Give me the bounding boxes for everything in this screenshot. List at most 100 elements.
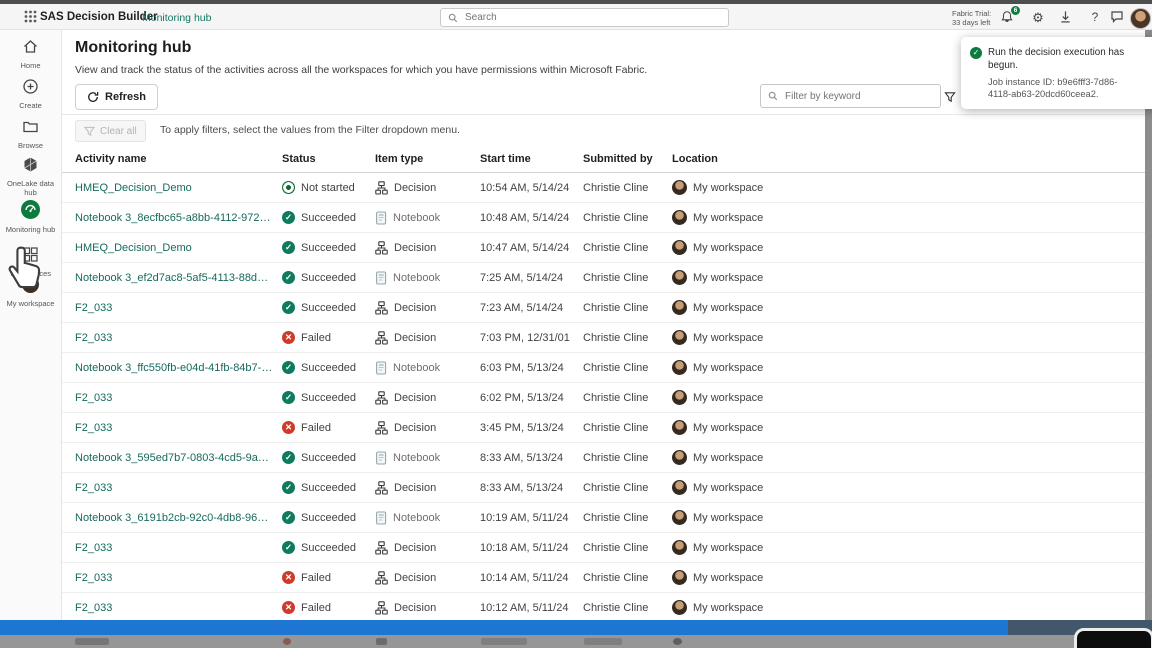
location-cell[interactable]: My workspace xyxy=(672,540,1145,555)
activity-name[interactable]: Notebook 3_6191b2cb-92c0-4db8-96d9-c4a04… xyxy=(75,512,282,524)
col-status[interactable]: Status xyxy=(282,153,375,165)
col-start-time[interactable]: Start time xyxy=(480,153,583,165)
keyword-filter-input[interactable] xyxy=(783,89,927,103)
sidebar-item-create[interactable]: Create xyxy=(0,78,61,111)
location-cell[interactable]: My workspace xyxy=(672,240,1145,255)
activity-name[interactable]: HMEQ_Decision_Demo xyxy=(75,182,282,194)
feedback-icon[interactable] xyxy=(1110,10,1126,25)
table-row[interactable]: Notebook 3_6191b2cb-92c0-4db8-96d9-c4a04… xyxy=(61,503,1145,533)
activity-name[interactable]: Notebook 3_8ecfbc65-a8bb-4112-9728-88bac… xyxy=(75,212,282,224)
decision-icon xyxy=(375,240,388,255)
ghost-time-text xyxy=(481,638,527,645)
location-cell[interactable]: My workspace xyxy=(672,180,1145,195)
location-cell[interactable]: My workspace xyxy=(672,600,1145,615)
table-row[interactable]: HMEQ_Decision_Demo ✓ Succeeded Decision … xyxy=(61,233,1145,263)
sidebar-item-onelake[interactable]: OneLake data hub xyxy=(0,156,61,197)
col-submitted-by[interactable]: Submitted by xyxy=(583,153,672,165)
player-control-frame[interactable] xyxy=(1074,628,1152,648)
refresh-label: Refresh xyxy=(105,91,146,103)
activity-name[interactable]: F2_033 xyxy=(75,602,282,614)
toast-title: Run the decision execution has begun. xyxy=(988,47,1125,71)
table-row[interactable]: Notebook 3_8ecfbc65-a8bb-4112-9728-88bac… xyxy=(61,203,1145,233)
activity-name[interactable]: Notebook 3_595ed7b7-0803-4cd5-9ac3-b0e96… xyxy=(75,452,282,464)
location-cell[interactable]: My workspace xyxy=(672,570,1145,585)
table-row[interactable]: F2_033 ✕ Failed Decision xyxy=(61,413,1145,443)
item-type-label: Notebook xyxy=(393,451,441,464)
table-row[interactable]: HMEQ_Decision_Demo Not started Decision … xyxy=(61,173,1145,203)
table-row[interactable]: F2_033 ✕ Failed Decision xyxy=(61,593,1145,623)
location-cell[interactable]: My workspace xyxy=(672,210,1145,225)
workspace-avatar-icon xyxy=(672,300,687,315)
location-cell[interactable]: My workspace xyxy=(672,270,1145,285)
sidebar-item-monitoring-hub[interactable]: Monitoring hub xyxy=(0,200,61,235)
table-row[interactable]: Notebook 3_ffc550fb-e04d-41fb-84b7-8a1b2… xyxy=(61,353,1145,383)
table-row[interactable]: F2_033 ✕ Failed Decision xyxy=(61,323,1145,353)
location-cell[interactable]: My workspace xyxy=(672,360,1145,375)
location-cell[interactable]: My workspace xyxy=(672,480,1145,495)
workspace-avatar-icon xyxy=(672,210,687,225)
workspace-avatar-icon xyxy=(672,180,687,195)
status-label: Succeeded xyxy=(301,211,357,224)
settings-gear-icon[interactable]: ⚙ xyxy=(1030,10,1046,25)
status-icon: ✓ xyxy=(282,481,295,494)
table-row[interactable]: Notebook 3_595ed7b7-0803-4cd5-9ac3-b0e96… xyxy=(61,443,1145,473)
location-cell[interactable]: My workspace xyxy=(672,510,1145,525)
breadcrumb[interactable]: Monitoring hub xyxy=(142,12,211,24)
status-icon xyxy=(282,181,295,194)
search-input[interactable] xyxy=(463,11,697,24)
clear-all-button[interactable]: Clear all xyxy=(75,120,146,142)
table-row[interactable]: F2_033 ✓ Succeeded Decision xyxy=(61,533,1145,563)
col-location[interactable]: Location xyxy=(672,153,1145,165)
table-row[interactable]: F2_033 ✕ Failed Decision xyxy=(61,563,1145,593)
location-cell[interactable]: My workspace xyxy=(672,300,1145,315)
notebook-icon xyxy=(376,510,387,525)
table-row[interactable]: F2_033 ✓ Succeeded Decision xyxy=(61,293,1145,323)
status-cell: ✓ Succeeded xyxy=(282,241,375,254)
table-row[interactable]: F2_033 ✓ Succeeded Decision xyxy=(61,383,1145,413)
location-cell[interactable]: My workspace xyxy=(672,330,1145,345)
col-activity-name[interactable]: Activity name xyxy=(75,153,282,165)
start-time: 10:54 AM, 5/14/24 xyxy=(480,181,570,194)
location-cell[interactable]: My workspace xyxy=(672,420,1145,435)
waffle-menu-icon[interactable] xyxy=(24,10,37,23)
item-type-label: Notebook xyxy=(393,211,441,224)
location-cell[interactable]: My workspace xyxy=(672,390,1145,405)
location-cell[interactable]: My workspace xyxy=(672,450,1145,465)
table-row[interactable]: F2_033 ✓ Succeeded Decision xyxy=(61,473,1145,503)
search-icon xyxy=(768,91,778,101)
submitted-by: Christie Cline xyxy=(583,211,649,224)
video-bottom-strip xyxy=(0,635,1152,648)
sidebar-item-browse[interactable]: Browse xyxy=(0,118,61,151)
activity-name[interactable]: F2_033 xyxy=(75,542,282,554)
item-type-label: Notebook xyxy=(393,271,441,284)
activity-name[interactable]: HMEQ_Decision_Demo xyxy=(75,242,282,254)
start-time: 7:25 AM, 5/14/24 xyxy=(480,271,564,284)
notifications-bell-icon[interactable]: 6 xyxy=(1000,6,1020,25)
start-time: 8:33 AM, 5/13/24 xyxy=(480,451,564,464)
start-time: 10:12 AM, 5/11/24 xyxy=(480,601,569,614)
download-icon[interactable] xyxy=(1059,10,1075,25)
table-row[interactable]: Notebook 3_ef2d7ac8-5af5-4113-88d1-cb9bf… xyxy=(61,263,1145,293)
search-icon xyxy=(448,13,458,22)
activity-name[interactable]: Notebook 3_ffc550fb-e04d-41fb-84b7-8a1b2… xyxy=(75,362,282,374)
col-item-type[interactable]: Item type xyxy=(375,153,480,165)
sidebar-item-home[interactable]: Home xyxy=(0,38,61,71)
activity-name[interactable]: F2_033 xyxy=(75,422,282,434)
activity-name[interactable]: F2_033 xyxy=(75,302,282,314)
help-icon[interactable]: ? xyxy=(1087,10,1103,25)
workspace-avatar-icon xyxy=(672,270,687,285)
activity-name[interactable]: Notebook 3_ef2d7ac8-5af5-4113-88d1-cb9bf… xyxy=(75,272,282,284)
activity-name[interactable]: F2_033 xyxy=(75,572,282,584)
account-avatar[interactable] xyxy=(1130,8,1151,29)
global-search[interactable] xyxy=(440,8,729,27)
start-time: 10:47 AM, 5/14/24 xyxy=(480,241,570,254)
activity-name[interactable]: F2_033 xyxy=(75,392,282,404)
refresh-icon xyxy=(88,92,99,102)
activity-name[interactable]: F2_033 xyxy=(75,332,282,344)
refresh-button[interactable]: Refresh xyxy=(75,84,158,110)
video-progress-bar[interactable] xyxy=(0,620,1008,635)
app-title[interactable]: SAS Decision Builder xyxy=(40,11,158,23)
location-label: My workspace xyxy=(693,511,764,524)
activity-name[interactable]: F2_033 xyxy=(75,482,282,494)
keyword-filter[interactable] xyxy=(760,84,941,108)
